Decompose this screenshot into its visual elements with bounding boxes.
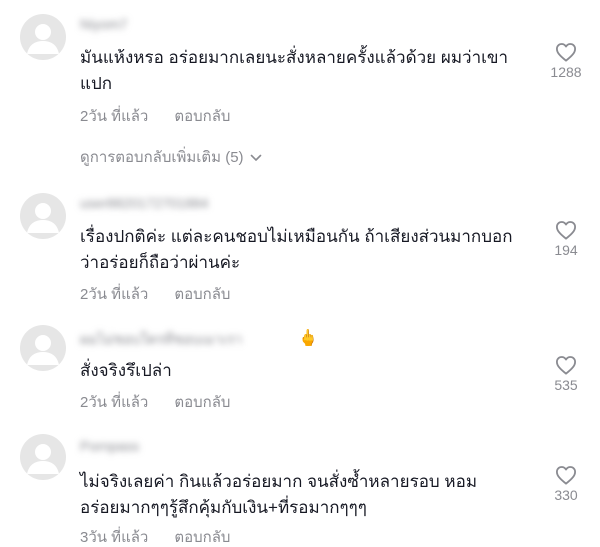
comment-meta: 2วัน ที่แล้ว ตอบกลับ <box>80 108 230 126</box>
comment-meta: 2วัน ที่แล้ว ตอบกลับ <box>80 394 230 412</box>
comment-text: ไม่จริงเลยค่า กินแล้วอร่อยมาก จนสั่งซ้ำห… <box>80 472 478 517</box>
like-button[interactable]: 330 <box>546 465 586 503</box>
default-avatar-icon <box>27 24 59 54</box>
timestamp: 3วัน ที่แล้ว <box>80 529 149 546</box>
timestamp: 2วัน ที่แล้ว <box>80 394 149 411</box>
comment-meta: 2วัน ที่แล้ว ตอบกลับ <box>80 286 230 304</box>
comment-text: เรื่องปกติค่ะ แต่ละคนชอบไม่เหมือนกัน ถ้า… <box>80 227 513 272</box>
like-count: 330 <box>554 487 578 503</box>
username[interactable]: Niyom7 <box>80 16 127 32</box>
avatar[interactable] <box>20 14 66 60</box>
comment-text: สั่งจริงรึเปล่า <box>80 361 172 380</box>
like-count: 535 <box>554 377 578 393</box>
comment-text: มันแห้งหรอ อร่อยมากเลยนะสั่งหลายครั้งแล้… <box>80 48 509 93</box>
avatar[interactable] <box>20 193 66 239</box>
reply-button[interactable]: ตอบกลับ <box>174 394 230 412</box>
view-more-replies[interactable]: ดูการตอบกลับเพิ่มเติม (5) <box>80 149 262 167</box>
reply-button[interactable]: ตอบกลับ <box>174 286 230 304</box>
username[interactable]: ผมไม่ชอบใครที่ชอบเมาเรา <box>80 331 295 347</box>
heart-outline-icon <box>556 356 576 375</box>
like-button[interactable]: 1288 <box>546 42 586 80</box>
default-avatar-icon <box>27 335 59 365</box>
avatar[interactable] <box>20 434 66 480</box>
timestamp: 2วัน ที่แล้ว <box>80 286 149 303</box>
username[interactable]: Pornpass <box>80 438 139 454</box>
avatar[interactable] <box>20 325 66 371</box>
default-avatar-icon <box>27 203 59 233</box>
chevron-down-icon <box>250 154 261 161</box>
heart-outline-icon <box>556 221 576 240</box>
like-button[interactable]: 535 <box>546 355 586 393</box>
heart-outline-icon <box>556 43 576 62</box>
heart-outline-icon <box>556 466 576 485</box>
view-replies-label: ดูการตอบกลับเพิ่มเติม (5) <box>80 149 244 166</box>
like-count: 194 <box>554 242 578 258</box>
like-button[interactable]: 194 <box>546 220 586 258</box>
reply-button[interactable]: ตอบกลับ <box>174 108 230 126</box>
timestamp: 2วัน ที่แล้ว <box>80 108 149 125</box>
username[interactable]: user8820172701884 <box>80 195 208 211</box>
comment-meta: 3วัน ที่แล้ว ตอบกลับ <box>80 529 230 547</box>
reply-button[interactable]: ตอบกลับ <box>174 529 230 547</box>
default-avatar-icon <box>27 444 59 474</box>
like-count: 1288 <box>550 64 582 80</box>
middle-finger-emoji: 🖕 <box>298 330 318 347</box>
